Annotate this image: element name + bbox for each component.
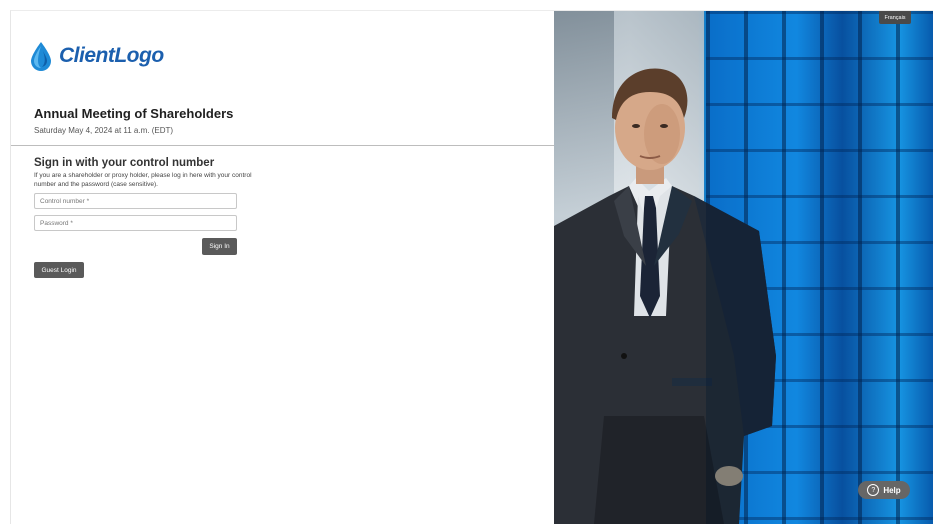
logo-text: ClientLogo	[59, 44, 164, 67]
hero-image: Français ? Help	[554, 11, 933, 524]
divider	[11, 145, 554, 146]
meeting-datetime: Saturday May 4, 2024 at 11 a.m. (EDT)	[34, 126, 174, 135]
question-circle-icon: ?	[867, 484, 880, 496]
login-panel: ClientLogo Annual Meeting of Shareholder…	[11, 11, 554, 524]
help-label: Help	[883, 485, 901, 495]
language-toggle-button[interactable]: Français	[879, 11, 911, 24]
signin-description: If you are a shareholder or proxy holder…	[34, 172, 252, 188]
sign-in-button[interactable]: Sign In	[202, 238, 237, 255]
app-frame: ClientLogo Annual Meeting of Shareholder…	[10, 10, 933, 524]
page-title: Annual Meeting of Shareholders	[34, 106, 234, 121]
control-number-input[interactable]	[34, 193, 237, 209]
guest-login-button[interactable]: Guest Login	[34, 262, 84, 278]
password-input[interactable]	[34, 215, 237, 231]
help-button[interactable]: ? Help	[858, 481, 910, 499]
client-logo: ClientLogo	[29, 41, 164, 71]
signin-heading: Sign in with your control number	[34, 157, 215, 169]
water-drop-icon	[31, 42, 51, 71]
